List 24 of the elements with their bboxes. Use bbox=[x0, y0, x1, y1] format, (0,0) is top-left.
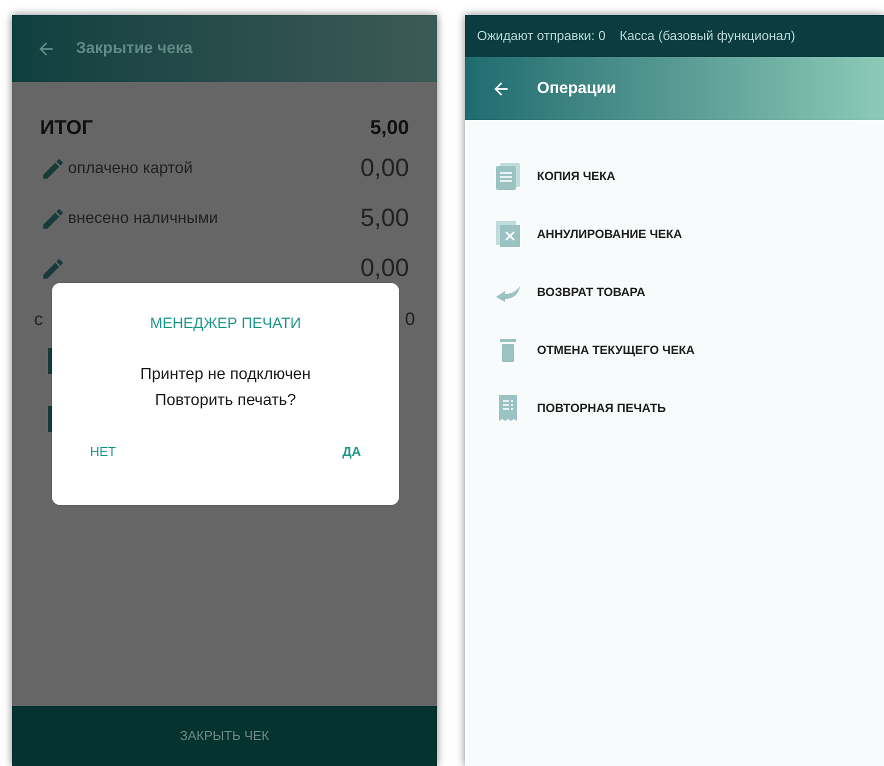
document-icon bbox=[495, 162, 521, 190]
close-receipt-button[interactable]: ЗАКРЫТЬ ЧЕК bbox=[12, 706, 437, 766]
operation-item[interactable]: КОПИЯ ЧЕКА bbox=[495, 162, 884, 190]
payment-value: 0,00 bbox=[360, 153, 409, 184]
payment-label: оплачено картой bbox=[68, 159, 193, 179]
operation-item[interactable]: АННУЛИРОВАНИЕ ЧЕКА bbox=[495, 220, 884, 248]
dialog-message: Повторить печать? bbox=[154, 390, 296, 410]
screen-title: Операции bbox=[537, 78, 616, 98]
row-label: с bbox=[34, 308, 43, 330]
operation-item[interactable]: ВОЗВРАТ ТОВАРА bbox=[495, 278, 884, 306]
row-value: 0 bbox=[404, 308, 415, 330]
status-text: Касса (базовый функционал) bbox=[620, 27, 796, 46]
screen-title: Закрытие чека bbox=[76, 38, 192, 58]
status-text: Ожидают отправки: 0 bbox=[477, 27, 606, 46]
total-label: ИТОГ bbox=[40, 116, 93, 141]
dialog-message: Принтер не подключен bbox=[140, 364, 311, 384]
payment-value: 0,00 bbox=[360, 253, 409, 284]
operation-item[interactable]: ОТМЕНА ТЕКУЩЕГО ЧЕКА bbox=[495, 336, 884, 364]
payment-label: внесено наличными bbox=[68, 209, 218, 229]
total-value: 5,00 bbox=[370, 116, 409, 141]
payment-value: 5,00 bbox=[360, 203, 409, 234]
document-x-icon bbox=[495, 220, 521, 248]
dialog-title: МЕНЕДЖЕР ПЕЧАТИ bbox=[150, 314, 302, 334]
operation-item[interactable]: ПОВТОРНАЯ ПЕЧАТЬ bbox=[495, 394, 884, 422]
